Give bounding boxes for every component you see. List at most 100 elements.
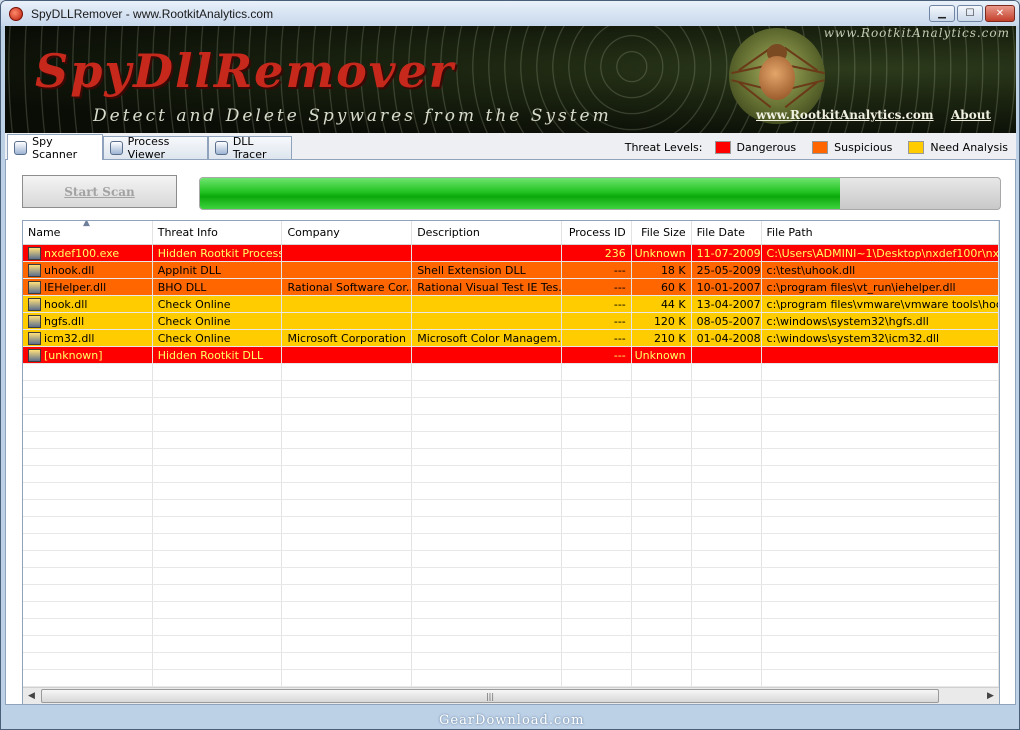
cell-name: IEHelper.dll	[23, 279, 153, 295]
table-row[interactable]: uhook.dll AppInit DLL Shell Extension DLL -…	[23, 262, 999, 279]
empty-row	[23, 551, 999, 568]
table-row[interactable]: IEHelper.dll BHO DLL Rational Software Cor…	[23, 279, 999, 296]
cell-file-path: c:\program files\vmware\vmware tools\hoo…	[762, 296, 999, 312]
site-link[interactable]: www.RootkitAnalytics.com	[756, 108, 934, 122]
empty-row	[23, 364, 999, 381]
empty-row	[23, 500, 999, 517]
scanner-panel: Start Scan ▲ Name Threat Info Company Des…	[5, 159, 1016, 705]
empty-row	[23, 636, 999, 653]
cell-file-path: c:\program files\vt_run\iehelper.dll	[762, 279, 999, 295]
tab-spy-scanner[interactable]: Spy Scanner	[7, 134, 103, 161]
cell-process-id: 236	[562, 245, 632, 261]
app-window: SpyDLLRemover - www.RootkitAnalytics.com…	[0, 0, 1020, 730]
cell-company	[282, 245, 413, 261]
cell-process-id: ---	[562, 262, 632, 278]
cell-description	[412, 347, 562, 363]
tab-dll-tracer[interactable]: DLL Tracer	[208, 135, 292, 161]
column-header-process-id[interactable]: Process ID	[562, 221, 632, 244]
start-scan-button[interactable]: Start Scan	[22, 175, 177, 208]
cell-threat-info: AppInit DLL	[153, 262, 283, 278]
cell-company	[282, 313, 413, 329]
empty-row	[23, 534, 999, 551]
empty-row	[23, 517, 999, 534]
cell-file-path: c:\windows\system32\icm32.dll	[762, 330, 999, 346]
scroll-right-icon[interactable]: ▶	[982, 688, 999, 704]
cell-description: Shell Extension DLL	[412, 262, 562, 278]
cell-file-path: c:\test\uhook.dll	[762, 262, 999, 278]
cell-name: icm32.dll	[23, 330, 153, 346]
file-icon	[28, 314, 41, 328]
cell-company	[282, 262, 413, 278]
banner-url-text: www.RootkitAnalytics.com	[823, 26, 1010, 40]
title-bar[interactable]: SpyDLLRemover - www.RootkitAnalytics.com…	[1, 1, 1019, 26]
cell-file-size: 120 K	[632, 313, 692, 329]
table-row[interactable]: [unknown] Hidden Rootkit DLL --- Unknown	[23, 347, 999, 364]
legend-dangerous: Dangerous	[736, 141, 797, 154]
table-row[interactable]: hgfs.dll Check Online --- 120 K 08-05-2007 c:…	[23, 313, 999, 330]
cell-name: uhook.dll	[23, 262, 153, 278]
tab-label: Spy Scanner	[32, 134, 78, 161]
cell-threat-info: Hidden Rootkit Process	[153, 245, 283, 261]
analysis-swatch	[908, 141, 925, 154]
file-icon	[28, 246, 41, 260]
horizontal-scrollbar[interactable]: ◀ ||| ▶	[23, 687, 999, 704]
empty-row	[23, 585, 999, 602]
cell-file-size: Unknown	[632, 347, 692, 363]
tab-bar: Spy Scanner Process Viewer DLL Tracer Th…	[5, 133, 1016, 161]
cell-threat-info: Check Online	[153, 296, 283, 312]
cell-file-size: Unknown	[632, 245, 692, 261]
maximize-button[interactable]: ☐	[957, 5, 983, 22]
table-body: nxdef100.exe Hidden Rootkit Process 236 Unk…	[23, 245, 999, 687]
column-header-company[interactable]: Company	[282, 221, 413, 244]
empty-row	[23, 619, 999, 636]
file-icon	[28, 348, 41, 362]
empty-row	[23, 602, 999, 619]
close-button[interactable]: ✕	[985, 5, 1015, 22]
column-header-file-path[interactable]: File Path	[762, 221, 999, 244]
minimize-button[interactable]: ▁	[929, 5, 955, 22]
column-header-threat-info[interactable]: Threat Info	[153, 221, 283, 244]
column-header-file-date[interactable]: File Date	[692, 221, 762, 244]
empty-row	[23, 653, 999, 670]
cell-name: [unknown]	[23, 347, 153, 363]
cell-file-date: 13-04-2007	[692, 296, 762, 312]
window-title: SpyDLLRemover - www.RootkitAnalytics.com	[31, 6, 274, 21]
cell-name: nxdef100.exe	[23, 245, 153, 261]
cell-file-size: 60 K	[632, 279, 692, 295]
progress-fill	[200, 178, 840, 209]
table-row[interactable]: hook.dll Check Online --- 44 K 13-04-2007 c:\…	[23, 296, 999, 313]
column-header-file-size[interactable]: File Size	[632, 221, 692, 244]
tagline: Detect and Delete Spywares from the Syst…	[93, 106, 612, 126]
empty-row	[23, 398, 999, 415]
table-row[interactable]: icm32.dll Check Online Microsoft Corporati…	[23, 330, 999, 347]
cell-file-date: 01-04-2008	[692, 330, 762, 346]
tab-process-viewer[interactable]: Process Viewer	[103, 135, 208, 161]
empty-row	[23, 432, 999, 449]
column-header-name[interactable]: ▲ Name	[23, 221, 153, 244]
dll-tracer-icon	[215, 141, 228, 155]
empty-row	[23, 568, 999, 585]
scrollbar-thumb[interactable]: |||	[41, 689, 939, 703]
tab-label: Process Viewer	[127, 135, 170, 161]
threat-legend: Threat Levels: Dangerous Suspicious Need…	[625, 141, 1008, 154]
about-link[interactable]: About	[951, 108, 991, 122]
brand-logo: SpyDllRemover	[35, 44, 456, 98]
cell-file-date: 11-07-2009	[692, 245, 762, 261]
cell-name: hook.dll	[23, 296, 153, 312]
scroll-left-icon[interactable]: ◀	[23, 688, 40, 704]
empty-row	[23, 449, 999, 466]
empty-row	[23, 483, 999, 500]
cell-process-id: ---	[562, 313, 632, 329]
cell-process-id: ---	[562, 279, 632, 295]
legend-suspicious: Suspicious	[834, 141, 893, 154]
scanner-icon	[14, 140, 28, 155]
process-icon	[110, 141, 123, 155]
cell-file-date: 25-05-2009	[692, 262, 762, 278]
cell-process-id: ---	[562, 296, 632, 312]
file-icon	[28, 331, 41, 345]
cell-company: Microsoft Corporation	[282, 330, 413, 346]
app-icon[interactable]	[9, 6, 23, 21]
column-header-description[interactable]: Description	[412, 221, 562, 244]
table-header: ▲ Name Threat Info Company Description Pr…	[23, 221, 999, 245]
table-row[interactable]: nxdef100.exe Hidden Rootkit Process 236 Unk…	[23, 245, 999, 262]
